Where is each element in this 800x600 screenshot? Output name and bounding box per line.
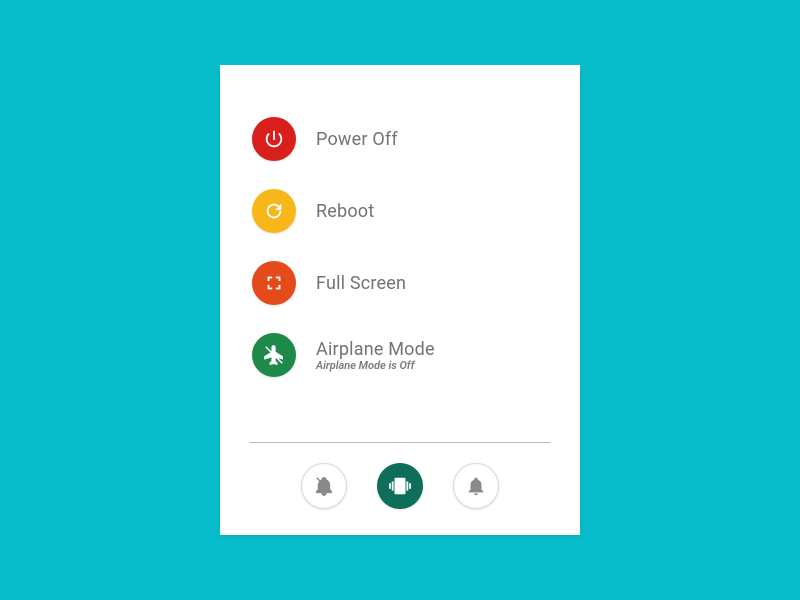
airplane-mode-label: Airplane Mode	[316, 339, 435, 360]
power-off-item[interactable]: Power Off	[252, 103, 548, 175]
fullscreen-item[interactable]: Full Screen	[252, 247, 548, 319]
sound-button[interactable]	[453, 463, 499, 509]
bell-off-icon	[313, 475, 335, 497]
fullscreen-icon	[252, 261, 296, 305]
power-icon	[252, 117, 296, 161]
vibrate-icon	[389, 475, 411, 497]
bell-icon	[465, 475, 487, 497]
reboot-item[interactable]: Reboot	[252, 175, 548, 247]
power-menu-list: Power Off Reboot Full Screen Air	[252, 103, 548, 436]
airplane-mode-item[interactable]: Airplane Mode Airplane Mode is Off	[252, 319, 548, 391]
reboot-icon	[252, 189, 296, 233]
power-off-label: Power Off	[316, 129, 398, 150]
reboot-label: Reboot	[316, 201, 374, 222]
mute-button[interactable]	[301, 463, 347, 509]
airplane-icon	[252, 333, 296, 377]
sound-mode-footer	[252, 443, 548, 509]
airplane-mode-status: Airplane Mode is Off	[316, 359, 435, 372]
power-menu-card: Power Off Reboot Full Screen Air	[220, 65, 580, 535]
vibrate-button[interactable]	[377, 463, 423, 509]
fullscreen-label: Full Screen	[316, 273, 406, 294]
